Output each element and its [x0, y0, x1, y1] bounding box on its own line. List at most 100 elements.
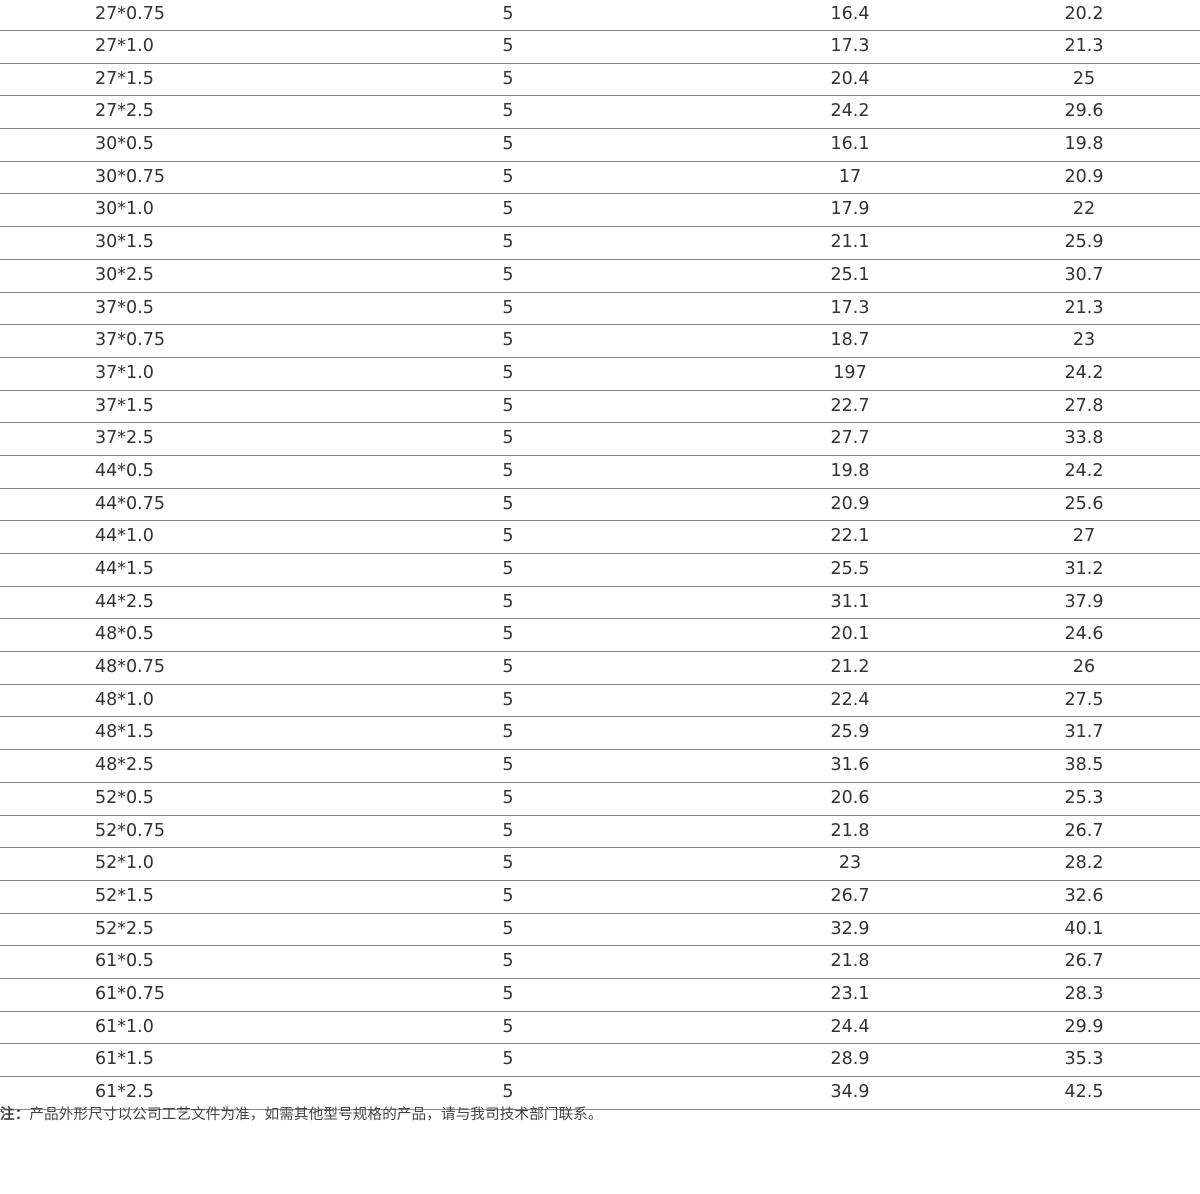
value-a-cell: 31.6: [830, 755, 870, 776]
cores-cell: 5: [502, 755, 514, 776]
row-cells: 52*1.5 5 26.7 32.6: [0, 880, 1200, 914]
cores-cell: 5: [502, 4, 514, 24]
cores-cell: 5: [502, 493, 514, 514]
value-b-cell: 24.2: [1064, 362, 1104, 383]
row-cells: 27*0.75 5 16.4 20.2: [0, 0, 1200, 31]
cores-cell: 5: [502, 428, 514, 449]
cores-cell: 5: [502, 166, 514, 187]
spec-table: 27*0.75 5 16.4 20.2 27*1.0 5 17.3 21.3 27*1.5 5 20…: [0, 0, 1200, 1110]
spec-cell: 37*0.75: [95, 330, 165, 351]
row-cells: 61*1.0 5 24.4 29.9: [0, 1011, 1200, 1045]
spec-cell: 44*0.5: [95, 460, 154, 481]
row-cells: 44*2.5 5 31.1 37.9: [0, 586, 1200, 620]
value-a-cell: 17.3: [830, 36, 870, 56]
cores-cell: 5: [502, 624, 514, 645]
value-a-cell: 16.1: [830, 134, 870, 155]
row-cells: 48*1.5 5 25.9 31.7: [0, 716, 1200, 751]
table-row: 61*1.5 5 28.9 35.3: [0, 1043, 1200, 1077]
cores-cell: 5: [502, 199, 514, 220]
spec-cell: 30*1.0: [95, 199, 154, 220]
cores-cell: 5: [502, 101, 514, 122]
spec-cell: 52*2.5: [95, 918, 154, 939]
value-a-cell: 21.2: [830, 657, 870, 678]
table-row: 27*2.5 5 24.2 29.6: [0, 95, 1200, 130]
value-b-cell: 38.5: [1064, 755, 1104, 776]
table-row: 37*2.5 5 27.7 33.8: [0, 422, 1200, 456]
value-b-cell: 23: [1072, 330, 1096, 351]
spec-cell: 61*0.5: [95, 951, 154, 972]
value-a-cell: 197: [833, 362, 867, 383]
row-cells: 30*0.75 5 17 20.9: [0, 161, 1200, 195]
row-cells: 30*1.0 5 17.9 22: [0, 193, 1200, 228]
table-row: 48*0.5 5 20.1 24.6: [0, 618, 1200, 653]
value-b-cell: 29.6: [1064, 101, 1104, 122]
value-a-cell: 17.9: [830, 199, 870, 220]
row-cells: 37*0.5 5 17.3 21.3: [0, 292, 1200, 326]
value-b-cell: 31.2: [1064, 559, 1104, 579]
table-row: 52*1.5 5 26.7 32.6: [0, 880, 1200, 914]
table-row: 44*2.5 5 31.1 37.9: [0, 586, 1200, 620]
spec-cell: 52*0.75: [95, 820, 165, 841]
cores-cell: 5: [502, 951, 514, 972]
spec-cell: 52*0.5: [95, 787, 154, 808]
value-a-cell: 16.4: [830, 4, 870, 24]
value-b-cell: 24.2: [1064, 460, 1104, 481]
value-a-cell: 22.4: [830, 689, 870, 710]
value-a-cell: 21.8: [830, 820, 870, 841]
cores-cell: 5: [502, 134, 514, 155]
value-a-cell: 24.2: [830, 101, 870, 122]
value-b-cell: 26.7: [1064, 951, 1104, 972]
value-a-cell: 28.9: [830, 1049, 870, 1070]
cores-cell: 5: [502, 395, 514, 416]
row-cells: 52*0.75 5 21.8 26.7: [0, 815, 1200, 849]
value-b-cell: 28.2: [1064, 853, 1104, 874]
footnote-label: 注：: [0, 1107, 30, 1123]
row-cells: 61*1.5 5 28.9 35.3: [0, 1043, 1200, 1077]
table-row: 27*1.0 5 17.3 21.3: [0, 30, 1200, 64]
row-cells: 37*0.75 5 18.7 23: [0, 324, 1200, 358]
cores-cell: 5: [502, 460, 514, 481]
value-b-cell: 25.6: [1064, 493, 1104, 514]
spec-cell: 61*1.5: [95, 1049, 154, 1070]
table-row: 37*1.5 5 22.7 27.8: [0, 390, 1200, 424]
table-row: 61*1.0 5 24.4 29.9: [0, 1011, 1200, 1045]
value-a-cell: 21.1: [830, 232, 870, 253]
value-b-cell: 20.2: [1064, 4, 1104, 24]
row-cells: 30*0.5 5 16.1 19.8: [0, 128, 1200, 162]
value-b-cell: 30.7: [1064, 264, 1104, 285]
value-b-cell: 19.8: [1064, 134, 1104, 155]
table-row: 52*2.5 5 32.9 40.1: [0, 913, 1200, 947]
value-b-cell: 32.6: [1064, 885, 1104, 906]
value-a-cell: 34.9: [830, 1082, 870, 1102]
value-a-cell: 18.7: [830, 330, 870, 351]
cores-cell: 5: [502, 820, 514, 841]
spec-cell: 27*2.5: [95, 101, 154, 122]
value-a-cell: 23.1: [830, 983, 870, 1004]
spec-cell: 37*2.5: [95, 428, 154, 449]
table-row: 52*1.0 5 23 28.2: [0, 847, 1200, 881]
spec-cell: 48*0.5: [95, 624, 154, 645]
cores-cell: 5: [502, 918, 514, 939]
cores-cell: 5: [502, 689, 514, 710]
table-row: 44*0.5 5 19.8 24.2: [0, 455, 1200, 489]
spec-cell: 61*1.0: [95, 1016, 154, 1037]
value-a-cell: 26.7: [830, 885, 870, 906]
row-cells: 61*0.75 5 23.1 28.3: [0, 978, 1200, 1012]
value-a-cell: 27.7: [830, 428, 870, 449]
value-b-cell: 25.9: [1064, 232, 1104, 253]
value-b-cell: 31.7: [1064, 722, 1104, 743]
spec-cell: 44*2.5: [95, 591, 154, 612]
cores-cell: 5: [502, 657, 514, 678]
spec-cell: 30*0.5: [95, 134, 154, 155]
spec-cell: 27*0.75: [95, 4, 165, 24]
cores-cell: 5: [502, 787, 514, 808]
spec-cell: 37*0.5: [95, 297, 154, 318]
value-b-cell: 40.1: [1064, 918, 1104, 939]
table-row: 37*1.0 5 197 24.2: [0, 357, 1200, 391]
cores-cell: 5: [502, 36, 514, 56]
value-b-cell: 37.9: [1064, 591, 1104, 612]
row-cells: 27*1.5 5 20.4 25: [0, 63, 1200, 97]
value-a-cell: 25.5: [830, 559, 870, 579]
value-b-cell: 21.3: [1064, 297, 1104, 318]
spec-cell: 48*2.5: [95, 755, 154, 776]
